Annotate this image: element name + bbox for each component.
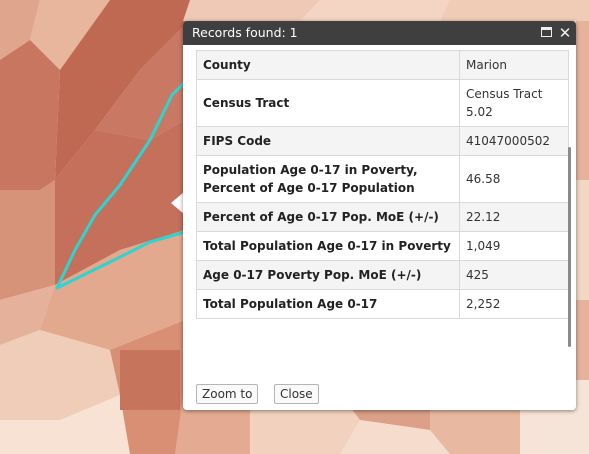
attribute-label: Age 0-17 Poverty Pop. MoE (+/-) (196, 260, 460, 290)
attribute-label: Population Age 0-17 in Poverty, Percent … (196, 155, 460, 203)
attribute-table: County Marion Census Tract Census Tract … (196, 50, 569, 319)
popup-content[interactable]: County Marion Census Tract Census Tract … (196, 45, 569, 377)
map-tract[interactable] (576, 180, 589, 300)
close-button[interactable]: Close (274, 384, 319, 404)
attribute-label: Census Tract (196, 79, 460, 127)
map-tract[interactable] (440, 0, 589, 21)
table-row: Age 0-17 Poverty Pop. MoE (+/-) 425 (196, 260, 569, 290)
popup-title: Records found: 1 (192, 25, 298, 40)
map-tract[interactable] (0, 180, 55, 300)
map-tract[interactable] (183, 0, 320, 21)
info-popup: Records found: 1 ✕ County Marion Census … (183, 21, 576, 410)
attribute-label: FIPS Code (196, 126, 460, 156)
attribute-value: 1,049 (459, 231, 569, 261)
attribute-value: 2,252 (459, 289, 569, 319)
attribute-label: Total Population Age 0-17 in Poverty (196, 231, 460, 261)
attribute-value: 425 (459, 260, 569, 290)
map-tract[interactable] (120, 350, 180, 410)
table-row: County Marion (196, 50, 569, 80)
table-row: Census Tract Census Tract 5.02 (196, 79, 569, 127)
attribute-value: 22.12 (459, 202, 569, 232)
popup-actions: Zoom to Close (183, 377, 576, 410)
attribute-value: Census Tract 5.02 (459, 79, 569, 127)
table-row: FIPS Code 41047000502 (196, 126, 569, 156)
zoom-to-button[interactable]: Zoom to (196, 384, 259, 404)
popup-titlebar: Records found: 1 ✕ (183, 21, 576, 45)
table-row: Population Age 0-17 in Poverty, Percent … (196, 155, 569, 203)
table-row: Total Population Age 0-17 in Poverty 1,0… (196, 231, 569, 261)
maximize-icon[interactable] (538, 25, 554, 41)
attribute-value: 41047000502 (459, 126, 569, 156)
attribute-label: Percent of Age 0-17 Pop. MoE (+/-) (196, 202, 460, 232)
close-icon[interactable]: ✕ (557, 25, 573, 41)
table-row: Total Population Age 0-17 2,252 (196, 289, 569, 319)
attribute-value: Marion (459, 50, 569, 80)
attribute-label: Total Population Age 0-17 (196, 289, 460, 319)
table-row: Percent of Age 0-17 Pop. MoE (+/-) 22.12 (196, 202, 569, 232)
map-tract[interactable] (300, 0, 450, 21)
attribute-label: County (196, 50, 460, 80)
attribute-value: 46.58 (459, 155, 569, 203)
map-tract[interactable] (0, 40, 60, 190)
scrollbar-thumb[interactable] (568, 147, 571, 347)
